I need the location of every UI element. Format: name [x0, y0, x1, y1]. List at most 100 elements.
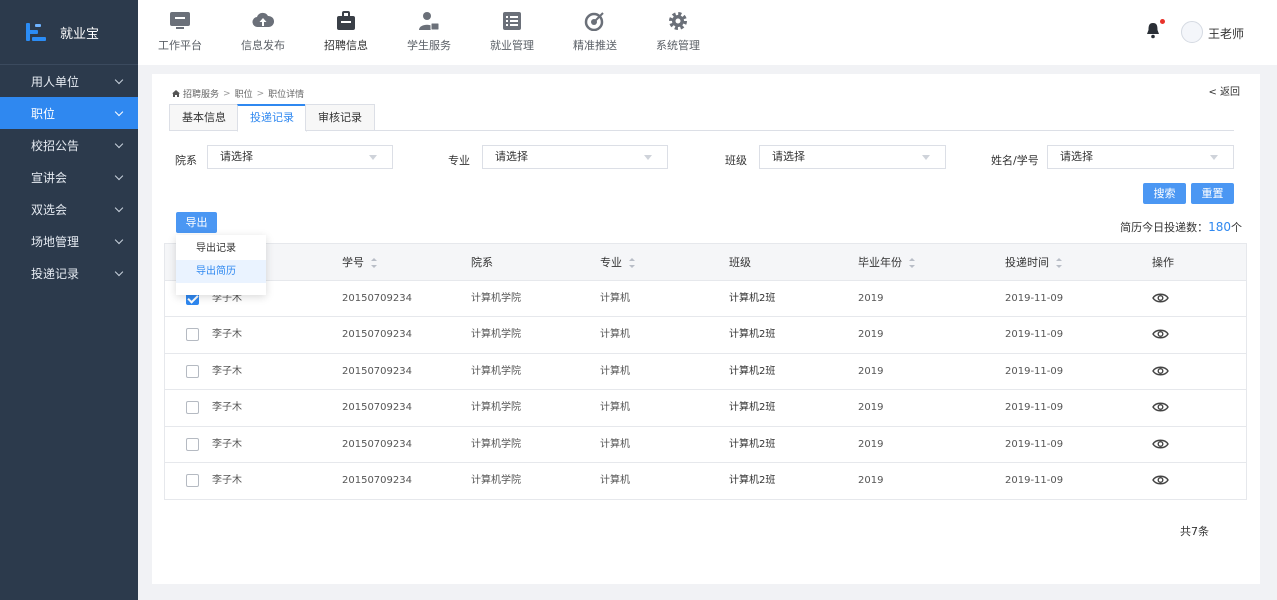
eye-icon[interactable] — [1152, 474, 1169, 486]
filter-label-major: 专业 — [448, 154, 470, 167]
select-placeholder: 请选择 — [495, 150, 528, 163]
tab-basic-info[interactable]: 基本信息 — [169, 104, 239, 131]
sidebar-item-job-fairs[interactable]: 双选会 — [0, 193, 138, 225]
topnav-item-employment-management[interactable]: 就业管理 — [475, 0, 549, 65]
cell-name: 李子木 — [212, 402, 242, 414]
monitor-icon — [170, 12, 190, 29]
sidebar-item-positions[interactable]: 职位 — [0, 97, 138, 129]
search-button[interactable]: 搜索 — [1143, 183, 1186, 204]
breadcrumb-item[interactable]: 职位 — [235, 87, 253, 100]
sidebar-item-venue-management[interactable]: 场地管理 — [0, 225, 138, 257]
content-panel: 招聘服务 > 职位 > 职位详情 < 返回 基本信息 投递记录 审核记录 院系 … — [152, 74, 1260, 584]
menu-item-export-resumes[interactable]: 导出简历 — [176, 260, 266, 283]
sort-icon[interactable] — [909, 257, 915, 268]
sidebar-item-employers[interactable]: 用人单位 — [0, 65, 138, 97]
cell-name: 李子木 — [212, 474, 242, 486]
column-header-student-id[interactable]: 学号 — [342, 244, 377, 281]
reset-button[interactable]: 重置 — [1191, 183, 1234, 204]
column-header-department: 院系 — [471, 244, 493, 281]
cell-name: 李子木 — [212, 329, 242, 341]
chevron-down-icon — [114, 203, 124, 212]
brand[interactable]: 就业宝 — [0, 0, 138, 65]
cell-graduation-year: 2019 — [858, 293, 884, 304]
cell-delivery-time: 2019-11-09 — [1005, 365, 1064, 377]
major-select[interactable]: 请选择 — [482, 145, 668, 169]
cell-major: 计算机 — [600, 438, 630, 450]
notification-dot — [1160, 19, 1165, 24]
sidebar-item-label: 宣讲会 — [31, 170, 68, 185]
bell-icon[interactable] — [1146, 22, 1160, 39]
row-checkbox[interactable] — [186, 473, 199, 487]
sidebar-item-presentations[interactable]: 宣讲会 — [0, 161, 138, 193]
name-id-select[interactable]: 请选择 — [1047, 145, 1234, 169]
column-header-delivery-time[interactable]: 投递时间 — [1005, 244, 1062, 281]
sidebar-item-campus-announcements[interactable]: 校招公告 — [0, 129, 138, 161]
topnav-label: 招聘信息 — [324, 39, 368, 52]
eye-icon[interactable] — [1152, 438, 1169, 450]
topnav-label: 就业管理 — [490, 39, 534, 52]
menu-item-export-records[interactable]: 导出记录 — [176, 237, 266, 260]
breadcrumb-item[interactable]: 招聘服务 — [183, 87, 219, 100]
cell-graduation-year: 2019 — [858, 402, 884, 414]
avatar[interactable] — [1181, 21, 1203, 43]
cell-major: 计算机 — [600, 474, 630, 486]
cell-department: 计算机学院 — [471, 329, 521, 341]
gear-icon — [669, 12, 687, 30]
row-checkbox[interactable] — [186, 364, 199, 378]
brand-name: 就业宝 — [60, 26, 100, 42]
tab-bar: 基本信息 投递记录 审核记录 — [169, 104, 1234, 132]
user-name[interactable]: 王老师 — [1208, 25, 1244, 42]
export-button[interactable]: 导出 — [176, 212, 217, 233]
table-header: 学号 院系 专业 班级 毕业年份 投递时间 操作 — [165, 244, 1246, 281]
table-row: 李子木 20150709234 计算机学院 计算机 计算机2班 2019 201… — [165, 281, 1246, 318]
select-placeholder: 请选择 — [1060, 150, 1093, 163]
caret-down-icon — [1210, 155, 1218, 160]
breadcrumb-separator: > — [256, 88, 265, 99]
tab-review-records[interactable]: 审核记录 — [305, 104, 375, 131]
export-dropdown-menu: 导出记录 导出简历 — [176, 235, 266, 295]
topnav-item-recruitment[interactable]: 招聘信息 — [309, 0, 383, 65]
topnav-item-workbench[interactable]: 工作平台 — [143, 0, 217, 65]
tab-delivery-records[interactable]: 投递记录 — [237, 104, 307, 132]
column-header-major[interactable]: 专业 — [600, 244, 635, 281]
sort-icon[interactable] — [629, 257, 635, 268]
topnav-item-publish[interactable]: 信息发布 — [226, 0, 300, 65]
department-select[interactable]: 请选择 — [207, 145, 393, 169]
column-header-label: 院系 — [471, 256, 493, 269]
column-header-label: 学号 — [342, 256, 364, 269]
chevron-down-icon — [114, 171, 124, 180]
cell-student-id: 20150709234 — [342, 293, 412, 304]
cell-graduation-year: 2019 — [858, 329, 884, 341]
column-header-label: 毕业年份 — [858, 256, 902, 269]
topnav-label: 信息发布 — [241, 39, 285, 52]
topnav-item-system-management[interactable]: 系统管理 — [641, 0, 715, 65]
sort-icon[interactable] — [1056, 257, 1062, 268]
row-checkbox[interactable] — [186, 328, 199, 342]
chevron-down-icon — [114, 267, 124, 276]
breadcrumb: 招聘服务 > 职位 > 职位详情 — [172, 87, 304, 100]
class-select[interactable]: 请选择 — [759, 145, 946, 169]
count-unit: 个 — [1231, 221, 1242, 234]
topnav-item-targeted-push[interactable]: 精准推送 — [558, 0, 632, 65]
topnav-item-student-services[interactable]: 学生服务 — [392, 0, 466, 65]
sidebar-item-label: 投递记录 — [31, 266, 80, 281]
cell-class: 计算机2班 — [729, 329, 776, 341]
sidebar-item-delivery-records[interactable]: 投递记录 — [0, 257, 138, 289]
back-link[interactable]: < 返回 — [1208, 83, 1240, 98]
eye-icon[interactable] — [1152, 401, 1169, 413]
cell-student-id: 20150709234 — [342, 365, 412, 377]
row-checkbox[interactable] — [186, 401, 199, 415]
sidebar-item-label: 用人单位 — [31, 74, 80, 89]
eye-icon[interactable] — [1152, 328, 1169, 340]
chevron-down-icon — [114, 75, 124, 84]
row-checkbox[interactable] — [186, 437, 199, 451]
eye-icon[interactable] — [1152, 292, 1169, 304]
breadcrumb-separator: > — [223, 88, 231, 99]
sort-icon[interactable] — [371, 257, 377, 268]
column-header-graduation-year[interactable]: 毕业年份 — [858, 244, 915, 281]
column-header-label: 投递时间 — [1005, 256, 1049, 269]
count-label: 简历今日投递数： — [1120, 221, 1209, 234]
delivery-table: 学号 院系 专业 班级 毕业年份 投递时间 操作 李子木 20150709234… — [164, 243, 1247, 501]
eye-icon[interactable] — [1152, 365, 1169, 377]
filter-label-name-id: 姓名/学号 — [991, 154, 1039, 167]
